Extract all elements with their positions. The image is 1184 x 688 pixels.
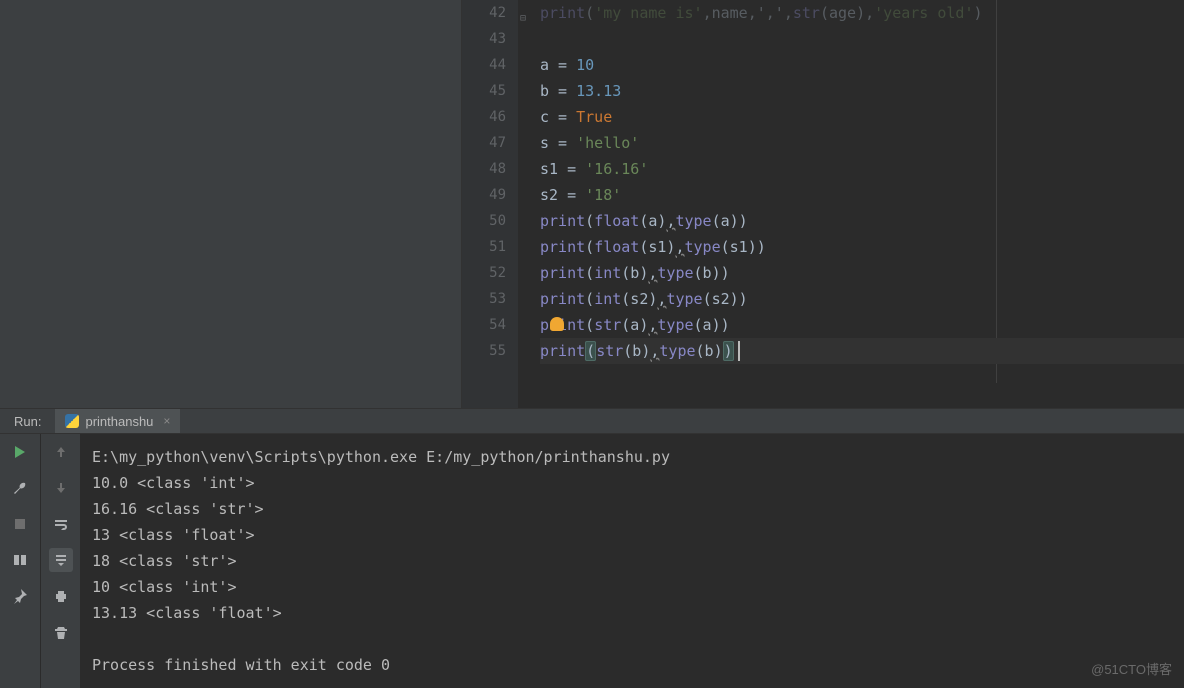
run-tab-printhanshu[interactable]: printhanshu × [55,409,180,433]
python-icon [65,414,79,428]
print-icon[interactable] [49,584,73,608]
arrow-down-icon[interactable] [49,476,73,500]
intention-bulb-icon[interactable] [550,317,564,331]
run-tab-bar: Run: printhanshu × [0,409,1184,434]
watermark: @51CTO博客 [1091,659,1172,678]
wrench-icon[interactable] [8,476,32,500]
run-panel-label: Run: [0,414,55,429]
run-panel: Run: printhanshu × [0,408,1184,688]
soft-wrap-icon[interactable] [49,512,73,536]
layout-icon[interactable] [8,548,32,572]
code-editor[interactable]: 42⊟43444546474849505152535455 print('my … [462,0,1184,408]
editor-area: 42⊟43444546474849505152535455 print('my … [0,0,1184,408]
run-body: E:\my_python\venv\Scripts\python.exe E:/… [0,434,1184,688]
arrow-up-icon[interactable] [49,440,73,464]
run-tab-title: printhanshu [85,414,153,429]
line-number-gutter[interactable]: 42⊟43444546474849505152535455 [462,0,518,408]
run-toolbar-inner [40,434,80,688]
stop-button[interactable] [8,512,32,536]
scroll-to-end-icon[interactable] [49,548,73,572]
pin-icon[interactable] [8,584,32,608]
close-icon[interactable]: × [163,414,170,428]
run-toolbar-outer [0,434,40,688]
trash-icon[interactable] [49,620,73,644]
rerun-button[interactable] [8,440,32,464]
code-content[interactable]: print('my name is',name,',',str(age),'ye… [518,0,1184,408]
project-panel[interactable] [0,0,462,408]
console-output[interactable]: E:\my_python\venv\Scripts\python.exe E:/… [80,434,1184,688]
